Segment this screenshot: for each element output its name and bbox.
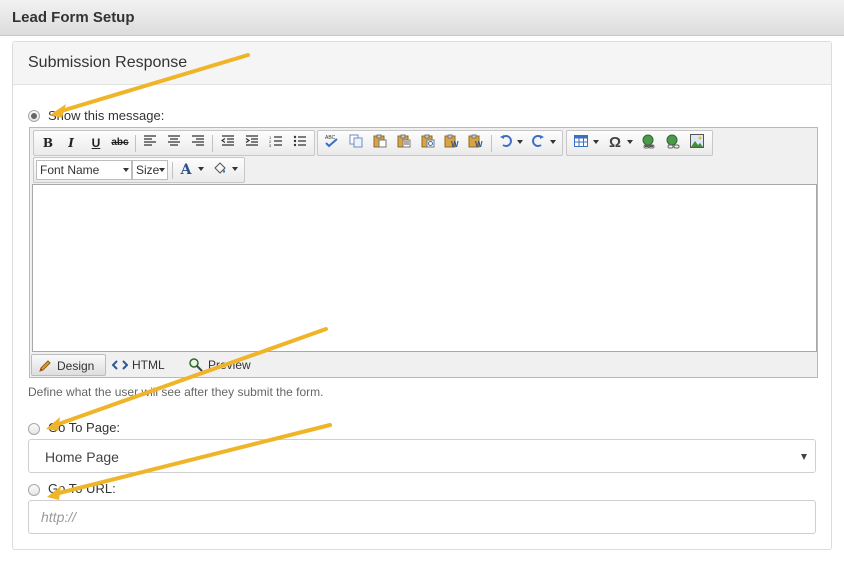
toolbar-separator: [491, 135, 492, 152]
indent-icon[interactable]: [242, 134, 262, 152]
go-to-url-label: Go To URL:: [48, 481, 116, 496]
strikethrough-button[interactable]: abc: [110, 134, 130, 152]
copy-icon[interactable]: [346, 134, 366, 152]
window-title: Lead Form Setup: [12, 9, 135, 26]
chevron-down-icon: [159, 168, 165, 172]
paste-icon[interactable]: [370, 134, 390, 152]
chevron-down-icon: [801, 454, 807, 460]
font-color-dropdown-icon[interactable]: [198, 167, 204, 171]
magnifier-icon: [189, 358, 203, 372]
panel-header: Submission Response: [13, 42, 831, 85]
svg-text:ABC: ABC: [325, 135, 336, 141]
html-mode-tab[interactable]: HTML: [112, 354, 174, 376]
toolbar-font-group: Font Name Size A: [33, 157, 245, 183]
show-message-label: Show this message:: [48, 108, 165, 123]
toolbar-separator: [135, 135, 136, 152]
ordered-list-icon[interactable]: 123: [266, 134, 286, 152]
bold-button[interactable]: B: [38, 134, 58, 152]
italic-button[interactable]: I: [61, 134, 81, 152]
align-left-icon[interactable]: [140, 134, 160, 152]
insert-link-icon[interactable]: [639, 134, 659, 152]
font-size-select[interactable]: Size: [132, 160, 168, 180]
paste-text-icon[interactable]: [394, 134, 414, 152]
design-mode-label: Design: [57, 359, 95, 373]
toolbar-format-group: B I U abc 123: [33, 130, 315, 156]
preview-mode-tab[interactable]: Preview: [186, 354, 256, 376]
redo-icon[interactable]: [528, 134, 548, 152]
page-select-value: Home Page: [45, 449, 119, 465]
toolbar-separator: [212, 135, 213, 152]
redo-dropdown-icon[interactable]: [550, 140, 556, 144]
editor-mode-bar: Design HTML Preview: [30, 352, 817, 377]
paste-word-icon[interactable]: W: [442, 134, 462, 152]
undo-icon[interactable]: [496, 134, 516, 152]
paste-format-icon[interactable]: W: [466, 134, 486, 152]
highlight-dropdown-icon[interactable]: [232, 167, 238, 171]
unordered-list-icon[interactable]: [290, 134, 310, 152]
remove-link-icon[interactable]: [663, 134, 683, 152]
underline-button[interactable]: U: [86, 134, 106, 152]
panel-title: Submission Response: [28, 54, 188, 71]
toolbar-insert-group: Ω: [566, 130, 713, 156]
show-message-radio[interactable]: [28, 110, 40, 122]
svg-text:W: W: [475, 140, 483, 148]
font-color-button[interactable]: A: [176, 161, 196, 179]
paste-html-icon[interactable]: [418, 134, 438, 152]
symbol-omega-icon[interactable]: Ω: [605, 134, 625, 152]
pencil-icon: [39, 360, 51, 372]
table-dropdown-icon[interactable]: [593, 140, 599, 144]
title-bar: Lead Form Setup: [0, 0, 844, 36]
editor-content-area[interactable]: [32, 184, 817, 352]
table-icon[interactable]: [571, 134, 591, 152]
highlight-color-icon[interactable]: [210, 161, 230, 179]
outdent-icon[interactable]: [218, 134, 238, 152]
svg-text:3: 3: [269, 143, 272, 147]
font-size-label: Size: [136, 163, 160, 177]
toolbar-separator: [172, 162, 173, 179]
preview-mode-label: Preview: [208, 358, 251, 372]
go-to-page-radio[interactable]: [28, 423, 40, 435]
toolbar-clipboard-group: ABC W W: [317, 130, 563, 156]
svg-text:W: W: [451, 140, 459, 148]
design-mode-tab[interactable]: Design: [31, 354, 106, 376]
page-select[interactable]: Home Page: [28, 439, 816, 473]
go-to-url-radio[interactable]: [28, 484, 40, 496]
chevron-down-icon: [123, 168, 129, 172]
align-right-icon[interactable]: [188, 134, 208, 152]
code-icon: [112, 360, 128, 370]
align-center-icon[interactable]: [164, 134, 184, 152]
rich-text-editor: B I U abc 123 ABC W W Ω Font Name Size A…: [29, 127, 818, 378]
go-to-page-label: Go To Page:: [48, 420, 121, 435]
help-text: Define what the user will see after they…: [28, 385, 324, 399]
undo-dropdown-icon[interactable]: [517, 140, 523, 144]
spell-check-icon[interactable]: ABC: [322, 134, 342, 152]
insert-image-icon[interactable]: [687, 134, 707, 152]
html-mode-label: HTML: [132, 358, 165, 372]
font-name-select[interactable]: Font Name: [36, 160, 132, 180]
font-name-label: Font Name: [40, 163, 100, 177]
symbol-dropdown-icon[interactable]: [627, 140, 633, 144]
url-input[interactable]: [28, 500, 816, 534]
